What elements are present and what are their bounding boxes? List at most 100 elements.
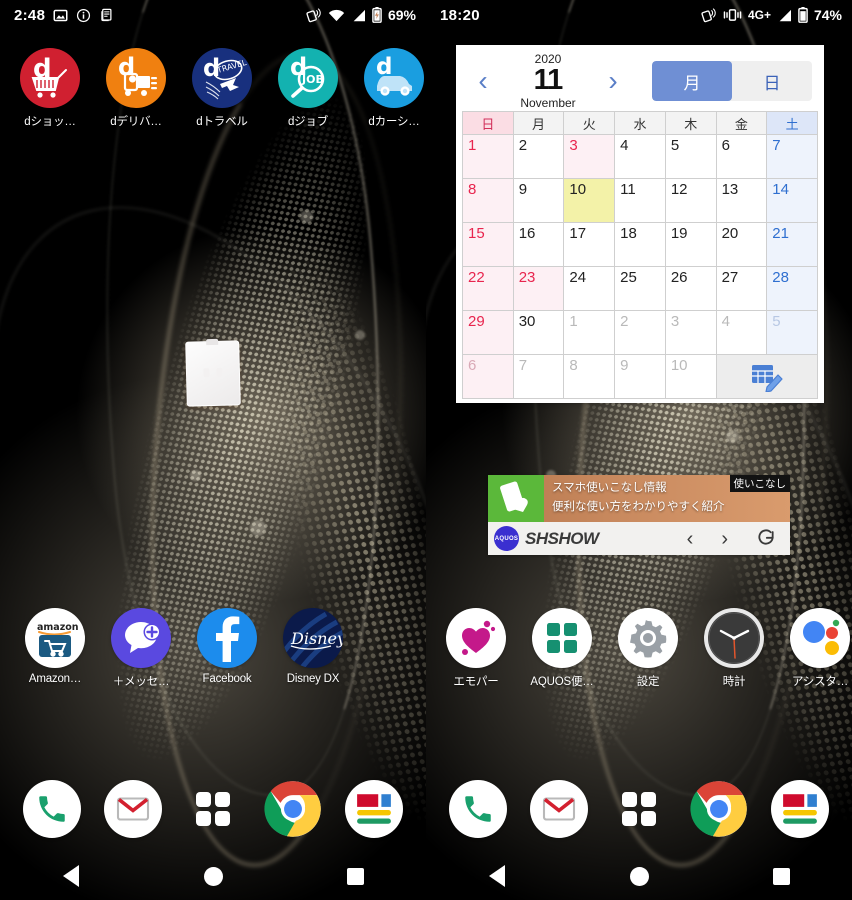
home-icon[interactable]	[613, 852, 665, 900]
app-drawer-icon[interactable]	[184, 780, 242, 838]
calendar-day-cell[interactable]: 10	[665, 355, 717, 399]
calendar-day-cell[interactable]: 9	[513, 179, 565, 223]
calendar-day-cell[interactable]: 30	[513, 311, 565, 355]
calendar-day-cell[interactable]: 14	[767, 179, 818, 223]
calendar-day-cell[interactable]: 16	[513, 223, 565, 267]
status-clock: 2:48	[14, 6, 46, 24]
calendar-day-cell[interactable]: 13	[716, 179, 768, 223]
calendar-day-view-tab[interactable]: 日	[732, 61, 812, 101]
calendar-day-cell[interactable]: 15	[463, 223, 514, 267]
facebook-icon	[197, 608, 257, 668]
memo-pad-widget[interactable]	[185, 340, 241, 407]
app-clock[interactable]: 時計	[693, 608, 775, 689]
calendar-day-cell[interactable]: 29	[463, 311, 514, 355]
calendar-day-cell[interactable]: 18	[615, 223, 666, 267]
plus-message-icon	[111, 608, 171, 668]
app-dtravel[interactable]: d TRAVEL dトラベル	[181, 48, 263, 129]
app-disney-dx[interactable]: Disney Disney DX	[272, 608, 354, 689]
app-dcarshare[interactable]: d dカーシ…	[353, 48, 426, 129]
calendar-day-cell[interactable]: 3	[665, 311, 717, 355]
calendar-day-cell[interactable]: 8	[564, 355, 616, 399]
calendar-day-cell[interactable]: 6	[716, 135, 768, 179]
app-google-assistant[interactable]: アシスタ…	[779, 608, 852, 689]
app-amazon[interactable]: amazon Amazon…	[14, 608, 96, 689]
svg-text:amazon: amazon	[37, 622, 79, 633]
calendar-day-cell[interactable]: 27	[716, 267, 768, 311]
phone-icon[interactable]	[449, 780, 508, 838]
d-delivery-icon: d	[106, 48, 166, 108]
calendar-day-cell[interactable]: 22	[463, 267, 514, 311]
back-icon[interactable]	[45, 852, 97, 900]
back-icon[interactable]	[471, 852, 523, 900]
app-label: 設定	[636, 676, 660, 688]
calendar-month-view-tab[interactable]: 月	[652, 61, 732, 101]
calendar-day-cell[interactable]: 26	[665, 267, 717, 311]
d-job-icon: d JOB	[278, 48, 338, 108]
app-ddelivery[interactable]: d dデリバ…	[95, 48, 177, 129]
signal-icon	[777, 9, 792, 22]
shshow-category-badge: 使いこなし	[729, 475, 790, 492]
prev-icon[interactable]: ‹	[687, 529, 694, 549]
app-drawer-icon[interactable]	[610, 780, 668, 838]
calendar-day-cell[interactable]: 25	[615, 267, 666, 311]
calendar-day-cell[interactable]: 1	[564, 311, 616, 355]
chrome-icon[interactable]	[690, 780, 748, 838]
mail-icon[interactable]	[103, 780, 162, 838]
bokeh-dot	[250, 520, 266, 536]
calendar-day-cell[interactable]: 7	[767, 135, 818, 179]
mail-icon[interactable]	[529, 780, 588, 838]
aquos-useful-icon	[532, 608, 592, 668]
app-plus-message[interactable]: ＋メッセ…	[100, 608, 182, 689]
calendar-day-cell[interactable]: 24	[564, 267, 616, 311]
weekday-thu: 木	[665, 112, 717, 135]
calendar-day-cell[interactable]: 5	[767, 311, 818, 355]
calendar-day-cell[interactable]: 2	[513, 135, 565, 179]
calendar-day-cell[interactable]: 17	[564, 223, 616, 267]
app-settings[interactable]: 設定	[607, 608, 689, 689]
shshow-subline: 便利な使い方をわかりやすく紹介	[552, 501, 725, 513]
screenshot-icon	[99, 7, 114, 23]
weekday-sat: 土	[767, 112, 818, 135]
recents-icon[interactable]	[755, 852, 807, 900]
calendar-day-cell[interactable]: 23	[513, 267, 565, 311]
app-label: アシスタ…	[791, 676, 849, 688]
chrome-icon[interactable]	[264, 780, 322, 838]
calendar-day-cell[interactable]: 4	[716, 311, 768, 355]
calendar-day-cell[interactable]: 10	[564, 179, 616, 223]
calendar-day-cell[interactable]: 7	[513, 355, 565, 399]
app-emopa[interactable]: エモパー	[435, 608, 517, 689]
shshow-banner[interactable]: スマホ使いこなし情報 便利な使い方をわかりやすく紹介 使いこなし	[488, 475, 790, 522]
calendar-day-cell[interactable]: 5	[665, 135, 717, 179]
calendar-day-cell[interactable]: 9	[615, 355, 666, 399]
shshow-widget[interactable]: スマホ使いこなし情報 便利な使い方をわかりやすく紹介 使いこなし AQUOS S…	[488, 475, 790, 555]
calendar-day-cell[interactable]: 11	[615, 179, 666, 223]
calendar-day-cell[interactable]: 1	[463, 135, 514, 179]
calendar-day-cell[interactable]: 2	[615, 311, 666, 355]
refresh-icon[interactable]	[756, 527, 776, 551]
news-icon[interactable]	[770, 780, 829, 838]
calendar-prev-month-button[interactable]: ‹	[464, 67, 502, 95]
calendar-week-row: 8 9 10 11 12 13 14	[463, 179, 818, 223]
recents-icon[interactable]	[329, 852, 381, 900]
home-icon[interactable]	[187, 852, 239, 900]
calendar-day-cell[interactable]: 3	[564, 135, 616, 179]
calendar-day-cell[interactable]: 6	[463, 355, 514, 399]
next-icon[interactable]: ›	[721, 529, 728, 549]
calendar-day-cell[interactable]: 28	[767, 267, 818, 311]
calendar-add-event-button[interactable]	[716, 355, 818, 399]
calendar-day-cell[interactable]: 8	[463, 179, 514, 223]
calendar-day-cell[interactable]: 20	[716, 223, 768, 267]
calendar-day-cell[interactable]: 4	[615, 135, 666, 179]
phone-icon[interactable]	[23, 780, 82, 838]
app-facebook[interactable]: Facebook	[186, 608, 268, 689]
calendar-day-cell[interactable]: 12	[665, 179, 717, 223]
calendar-widget[interactable]: ‹ 2020 11 November › 月 日 日 月 火 水 木 金 土 1…	[456, 45, 824, 403]
app-aquos-useful[interactable]: AQUOS便…	[521, 608, 603, 689]
calendar-day-cell[interactable]: 19	[665, 223, 717, 267]
app-djob[interactable]: d JOB dジョブ	[267, 48, 349, 129]
app-dshopping[interactable]: d dショッ…	[9, 48, 91, 129]
battery-icon	[372, 7, 382, 23]
news-icon[interactable]	[344, 780, 403, 838]
calendar-day-cell[interactable]: 21	[767, 223, 818, 267]
calendar-next-month-button[interactable]: ›	[594, 67, 632, 95]
